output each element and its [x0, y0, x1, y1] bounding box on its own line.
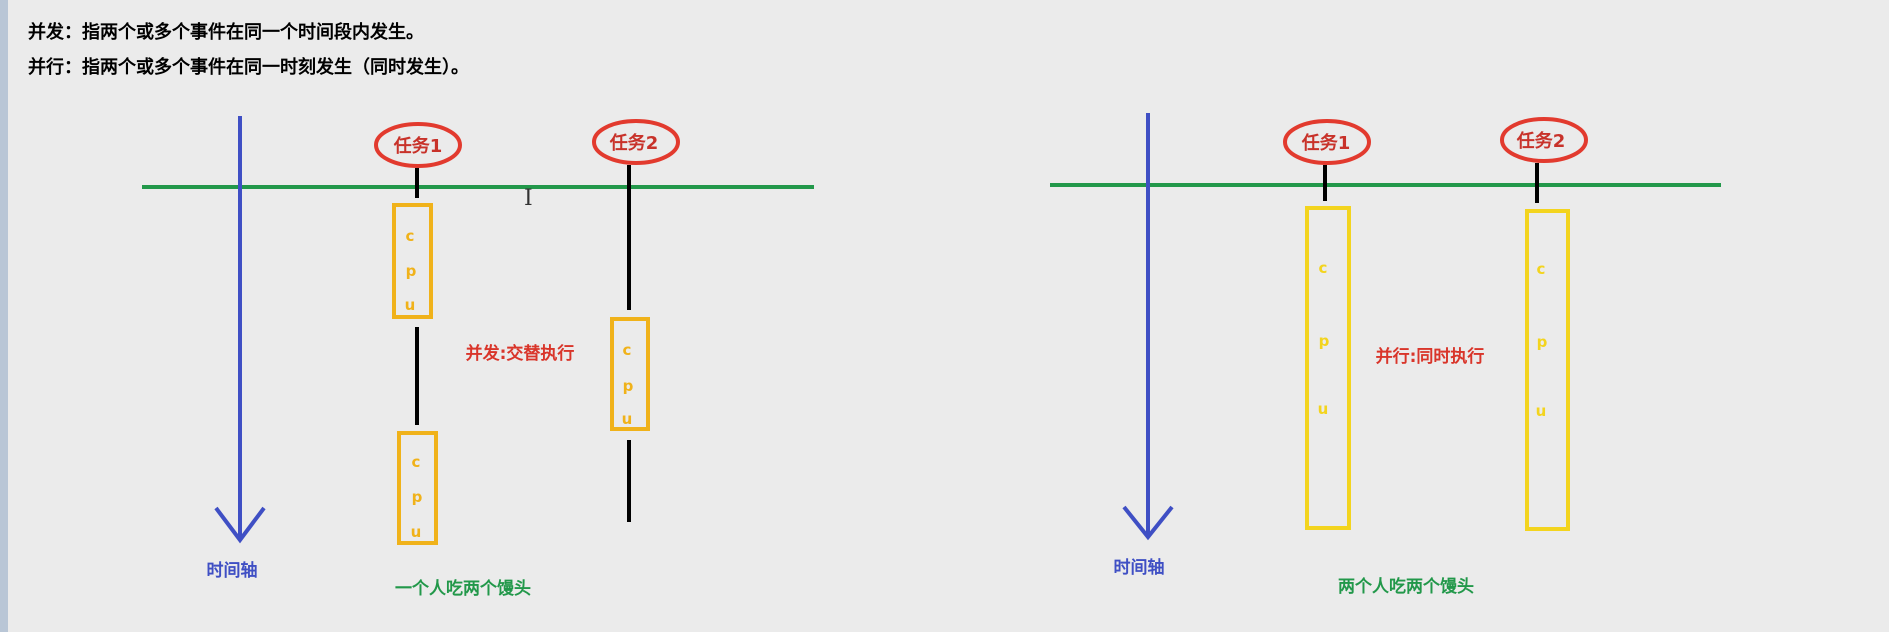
cpu-letter: c [406, 227, 415, 245]
right-middle-label: 并行:同时执行 [1376, 346, 1485, 367]
cpu-letter: u [1536, 402, 1547, 420]
left-diagram: 时间轴 任务1 c p u c p u 任务2 c p u 并发:交替执行 一个… [142, 116, 814, 599]
right-time-axis-arrow [1122, 113, 1174, 541]
left-axis-label: 时间轴 [207, 560, 258, 581]
left-task1-label: 任务1 [393, 135, 443, 157]
left-middle-label: 并发:交替执行 [466, 343, 575, 364]
right-axis-label: 时间轴 [1114, 557, 1165, 578]
right-task1-label: 任务1 [1301, 132, 1351, 154]
cpu-letter: p [1319, 332, 1330, 350]
cpu-letter: u [622, 410, 633, 428]
cpu-letter: p [1537, 333, 1548, 351]
cpu-letter: p [412, 488, 423, 506]
cpu-letter: u [1318, 400, 1329, 418]
right-caption: 两个人吃两个馒头 [1338, 576, 1474, 597]
cpu-letter: c [1537, 260, 1546, 278]
text-cursor-icon: I [524, 186, 533, 211]
cpu-letter: u [411, 523, 422, 541]
left-time-axis-arrow [214, 116, 266, 544]
right-task1-cpu-box [1305, 206, 1351, 530]
cpu-letter: c [412, 453, 421, 471]
cpu-letter: p [406, 262, 417, 280]
left-caption: 一个人吃两个馒头 [395, 578, 531, 599]
concurrency-parallel-diagram: 时间轴 任务1 c p u c p u 任务2 c p u 并发:交替执行 一个… [142, 113, 1721, 599]
right-diagram: 时间轴 任务1 c p u 任务2 c p u 并行:同时执行 两个人吃两个馒头 [1050, 113, 1721, 597]
left-task2-label: 任务2 [609, 132, 659, 154]
cpu-letter: u [405, 296, 416, 314]
cpu-letter: c [1319, 259, 1328, 277]
right-task2-cpu-box [1525, 209, 1570, 531]
cpu-letter: p [623, 377, 634, 395]
right-task2-label: 任务2 [1516, 130, 1566, 152]
cpu-letter: c [623, 341, 632, 359]
